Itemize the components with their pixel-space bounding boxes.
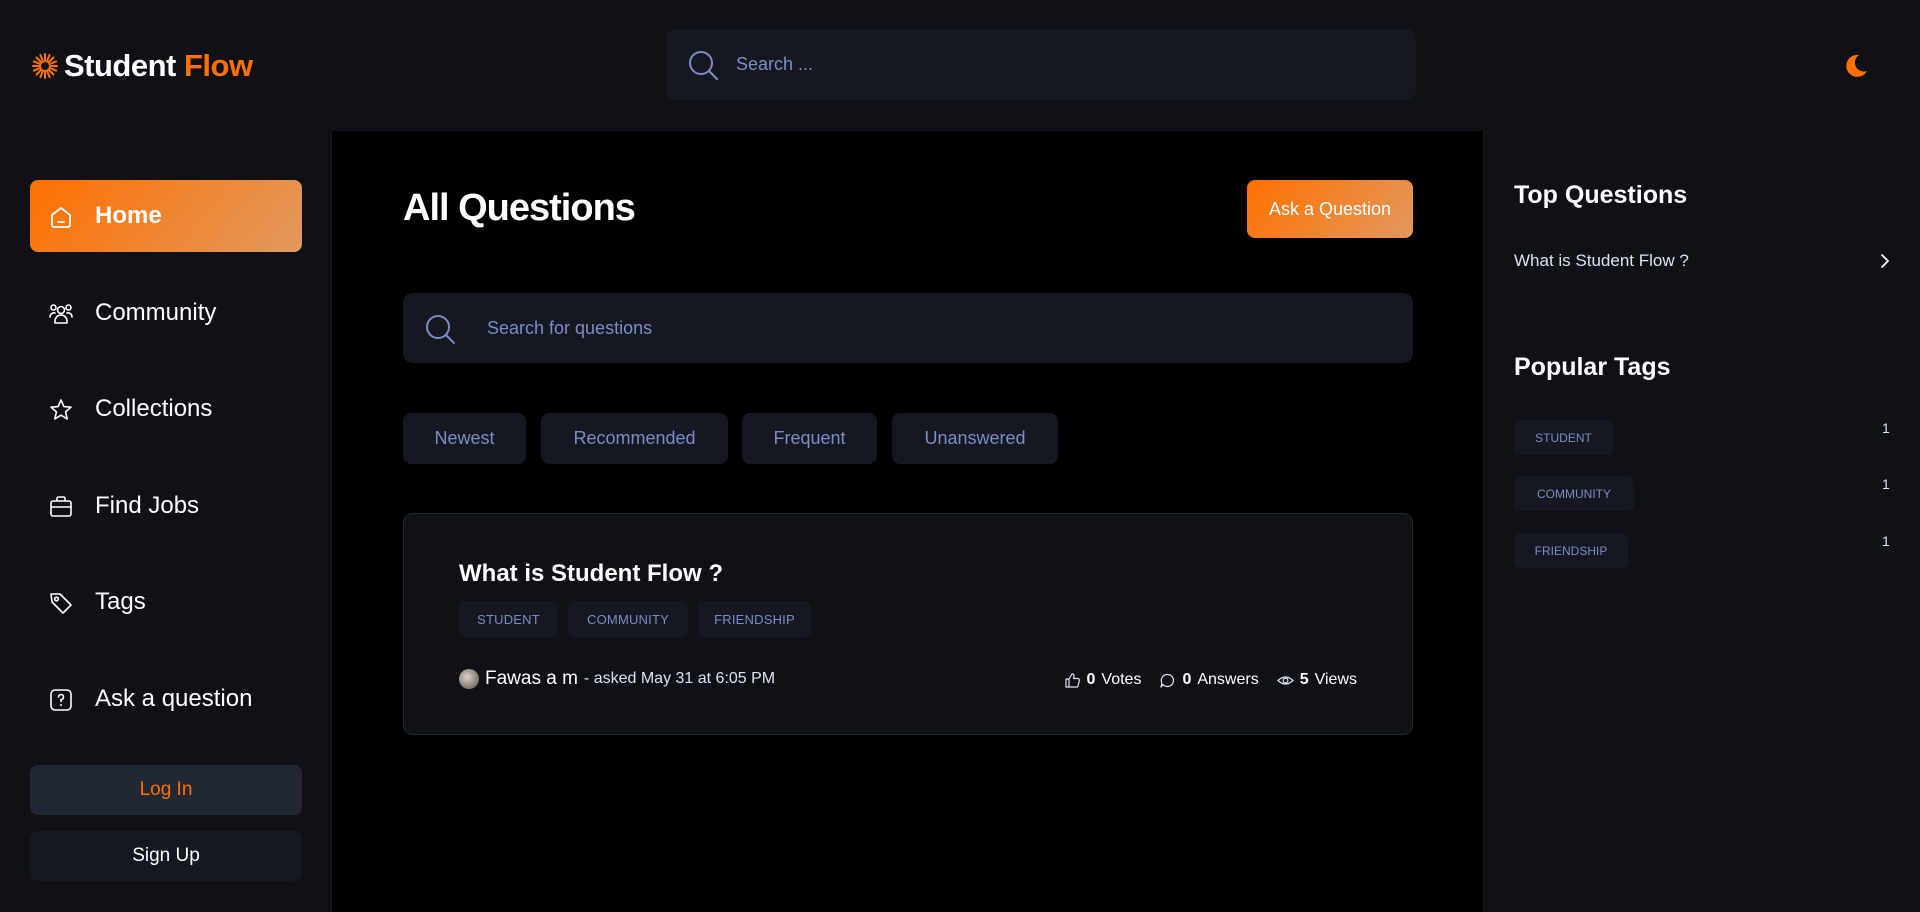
filter-newest[interactable]: Newest [403, 413, 526, 464]
thumbs-up-icon [1064, 672, 1080, 688]
top-navbar: Student Flow [0, 0, 1920, 131]
question-tag[interactable]: FRIENDSHIP [698, 601, 811, 637]
sidebar-item-label: Ask a question [95, 685, 253, 712]
sidebar-item-collections[interactable]: Collections [30, 373, 302, 445]
signup-button[interactable]: Sign Up [30, 831, 302, 881]
logo-word-flow: Flow [184, 48, 253, 83]
filter-frequent[interactable]: Frequent [742, 413, 877, 464]
sidebar-item-find-jobs[interactable]: Find Jobs [30, 470, 302, 542]
home-icon [51, 207, 71, 228]
sidebar-item-label: Find Jobs [95, 492, 200, 519]
star-icon [50, 399, 72, 420]
popular-tag-count: 1 [1882, 476, 1890, 492]
popular-tag[interactable]: STUDENT [1514, 420, 1613, 455]
message-icon [1160, 673, 1175, 688]
answers-metric: 0 Answers [1159, 671, 1259, 689]
votes-metric: 0 Votes [1064, 671, 1142, 689]
top-question-item[interactable]: What is Student Flow ? [1514, 249, 1894, 273]
views-metric: 5 Views [1276, 671, 1357, 689]
popular-tag-count: 1 [1882, 420, 1890, 436]
question-title[interactable]: What is Student Flow ? [459, 560, 723, 588]
sidebar-item-community[interactable]: Community [30, 277, 302, 349]
asked-timestamp: - asked May 31 at 6:05 PM [583, 670, 776, 687]
left-sidebar: Home Community Collections Find Jobs Tag… [0, 131, 332, 912]
answers-label: Answers [1197, 671, 1259, 688]
search-icon [689, 51, 718, 80]
global-search-bar[interactable] [666, 29, 1416, 100]
top-question-text: What is Student Flow ? [1514, 251, 1689, 270]
popular-tag-count: 1 [1882, 533, 1890, 549]
logo-text: Student Flow [64, 48, 253, 84]
sidebar-item-home[interactable]: Home [30, 180, 302, 252]
question-search-bar[interactable] [403, 293, 1413, 363]
ask-question-button[interactable]: Ask a Question [1247, 180, 1413, 238]
popular-tag[interactable]: COMMUNITY [1514, 476, 1634, 511]
filter-unanswered[interactable]: Unanswered [892, 413, 1058, 464]
logo[interactable]: Student Flow [30, 48, 253, 84]
briefcase-icon [50, 496, 72, 517]
sidebar-item-tags[interactable]: Tags [30, 566, 302, 638]
login-button[interactable]: Log In [30, 765, 302, 815]
filter-recommended[interactable]: Recommended [541, 413, 728, 464]
global-search-input[interactable] [736, 29, 1396, 100]
community-icon [49, 304, 73, 324]
sidebar-item-label: Tags [95, 588, 146, 615]
question-icon [50, 689, 72, 711]
tag-icon [50, 593, 72, 614]
top-questions-heading: Top Questions [1514, 181, 1688, 209]
sidebar-item-ask-question[interactable]: Ask a question [30, 663, 302, 735]
question-search-input[interactable] [487, 293, 1387, 363]
page-title: All Questions [403, 187, 636, 229]
eye-icon [1276, 675, 1294, 685]
answers-count: 0 [1182, 671, 1192, 688]
question-tag[interactable]: STUDENT [459, 601, 558, 637]
chevron-right-icon [1881, 254, 1889, 268]
popular-tags-heading: Popular Tags [1514, 353, 1671, 381]
votes-label: Votes [1101, 671, 1142, 688]
search-icon [426, 315, 455, 344]
votes-count: 0 [1086, 671, 1096, 688]
popular-tag[interactable]: FRIENDSHIP [1514, 533, 1628, 568]
author-name: Fawas a m [485, 668, 578, 689]
views-count: 5 [1299, 671, 1309, 688]
sidebar-item-label: Community [95, 299, 217, 326]
main-content: All Questions Ask a Question Newest Reco… [333, 131, 1483, 912]
question-author[interactable]: Fawas a m - asked May 31 at 6:05 PM [459, 668, 775, 690]
sunburst-logo-icon [32, 53, 58, 79]
question-tag[interactable]: COMMUNITY [568, 601, 688, 637]
views-label: Views [1314, 671, 1357, 688]
question-metrics: 0 Votes 0 Answers 5 Views [1064, 671, 1357, 689]
sidebar-item-label: Home [95, 202, 162, 229]
logo-word-student: Student [64, 48, 176, 83]
moon-icon[interactable] [1842, 52, 1870, 80]
avatar [459, 669, 479, 689]
question-card: What is Student Flow ? STUDENT COMMUNITY… [403, 513, 1413, 735]
right-sidebar: Top Questions What is Student Flow ? Pop… [1483, 131, 1920, 912]
sidebar-item-label: Collections [95, 395, 213, 422]
